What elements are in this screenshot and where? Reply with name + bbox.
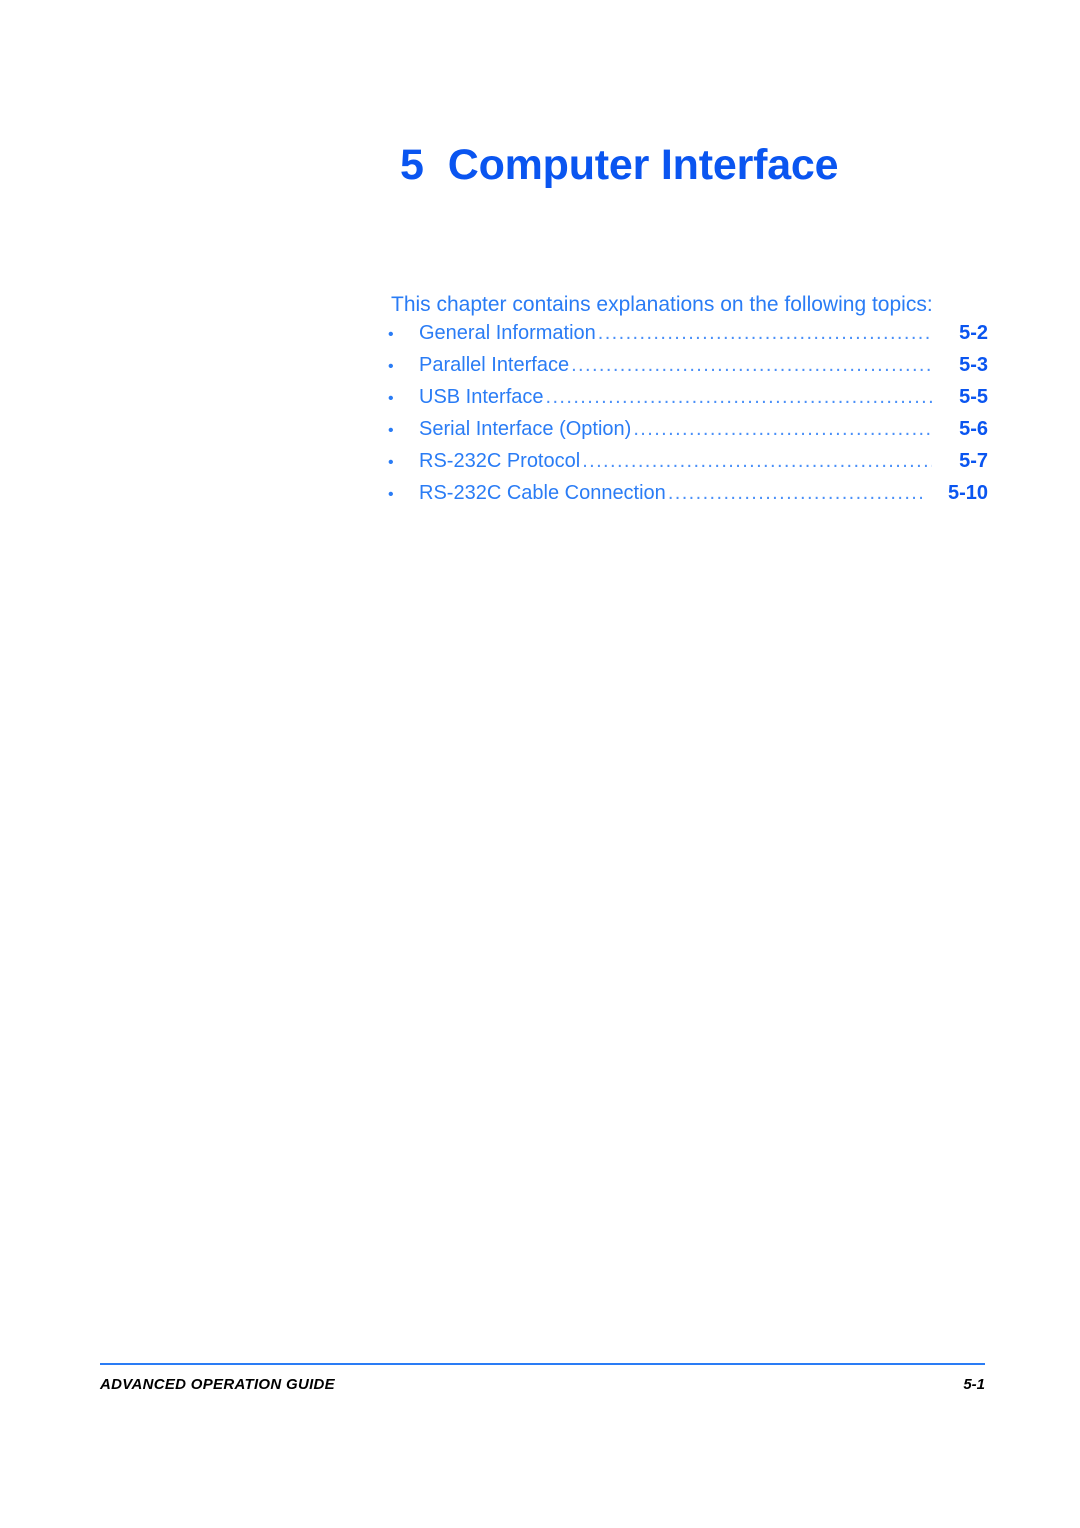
list-item[interactable]: • RS-232C Cable Connection .............…	[388, 482, 988, 514]
table-of-contents: • General Information ..................…	[388, 322, 988, 514]
dot-leader: ........................................…	[582, 450, 932, 472]
bullet-icon: •	[388, 326, 394, 343]
toc-entry-page: 5-3	[959, 354, 988, 376]
toc-entry-label: Serial Interface (Option)	[419, 418, 632, 440]
dot-leader: ........................................…	[633, 418, 932, 440]
dot-leader: ........................................…	[571, 354, 932, 376]
toc-entry-label: USB Interface	[419, 386, 544, 408]
bullet-icon: •	[388, 422, 394, 439]
toc-entry-label: General Information	[419, 322, 596, 344]
bullet-icon: •	[388, 390, 394, 407]
toc-entry-label: Parallel Interface	[419, 354, 570, 376]
footer-guide-label: ADVANCED OPERATION GUIDE	[100, 1376, 335, 1393]
document-page: 5 Computer Interface This chapter contain…	[0, 0, 1080, 1528]
list-item[interactable]: • Serial Interface (Option) ............…	[388, 418, 988, 450]
intro-text: This chapter contains explanations on th…	[391, 293, 933, 316]
list-item[interactable]: • USB Interface ........................…	[388, 386, 988, 418]
dot-leader: .....................................	[667, 482, 926, 504]
toc-entry-page: 5-6	[959, 418, 988, 440]
list-item[interactable]: • Parallel Interface ...................…	[388, 354, 988, 386]
list-item[interactable]: • General Information ..................…	[388, 322, 988, 354]
bullet-icon: •	[388, 486, 394, 503]
footer-page-number: 5-1	[963, 1376, 985, 1393]
toc-entry-label: RS-232C Cable Connection	[419, 482, 666, 504]
chapter-title-text: Computer Interface	[447, 140, 839, 189]
list-item[interactable]: • RS-232C Protocol .....................…	[388, 450, 988, 482]
footer-divider	[100, 1363, 985, 1365]
toc-entry-page: 5-10	[947, 482, 988, 504]
bullet-icon: •	[388, 454, 394, 471]
dot-leader: ........................................…	[545, 386, 932, 408]
chapter-number: 5	[400, 140, 424, 189]
toc-entry-page: 5-7	[959, 450, 988, 472]
page-title: 5 Computer Interface	[400, 140, 839, 190]
toc-entry-page: 5-2	[959, 322, 988, 344]
toc-entry-label: RS-232C Protocol	[419, 450, 581, 472]
dot-leader: ........................................…	[597, 322, 932, 344]
toc-entry-page: 5-5	[959, 386, 988, 408]
bullet-icon: •	[388, 358, 394, 375]
